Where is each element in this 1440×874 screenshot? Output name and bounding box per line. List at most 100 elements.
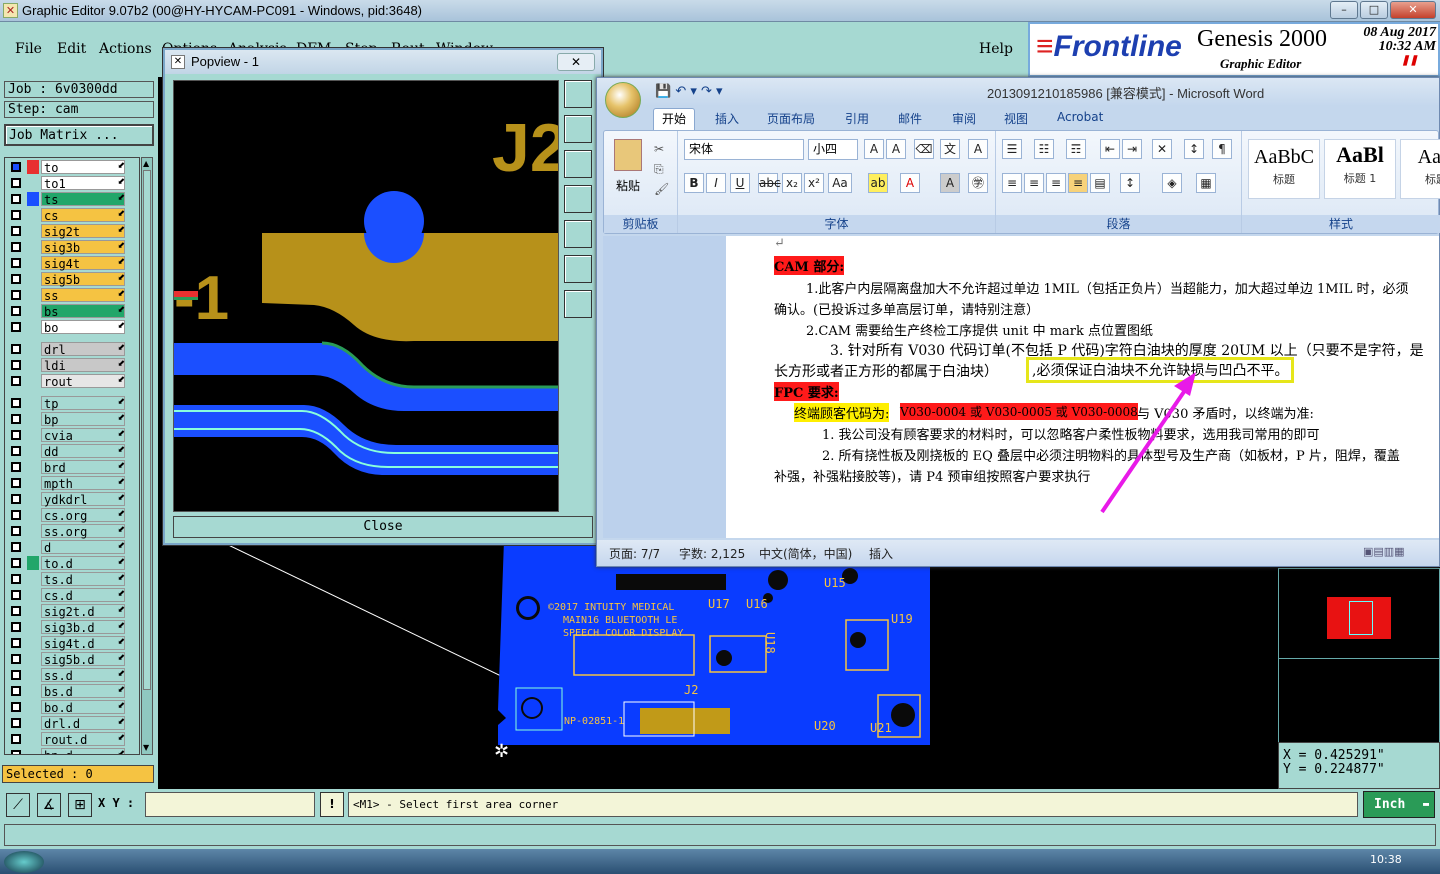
layer-name[interactable]: ts.d xyxy=(41,572,125,587)
layer-row-cs-org[interactable]: cs.org ⬋ xyxy=(7,508,127,523)
alert-icon[interactable]: ! xyxy=(320,792,344,817)
layer-row-sig3b[interactable]: sig3b ⬋ xyxy=(7,240,127,255)
style-normal[interactable]: AaBbC 标题 xyxy=(1248,139,1320,199)
layer-checkbox[interactable] xyxy=(11,446,21,456)
layer-checkbox[interactable] xyxy=(11,322,21,332)
layer-name[interactable]: ydkdrl xyxy=(41,492,125,507)
layer-row-sig5b-d[interactable]: sig5b.d ⬋ xyxy=(7,652,127,667)
layer-row-bo[interactable]: bo ⬋ xyxy=(7,320,127,335)
menu-file[interactable]: File xyxy=(15,41,42,57)
align-right-icon[interactable]: ≡ xyxy=(1046,173,1066,193)
word-window[interactable]: 2013091210185986 [兼容模式] - Microsoft Word… xyxy=(596,77,1440,567)
layer-name[interactable]: drl.d xyxy=(41,716,125,731)
layer-color-swatch[interactable] xyxy=(27,524,39,538)
layer-row-rout[interactable]: rout ⬋ xyxy=(7,374,127,389)
layer-checkbox[interactable] xyxy=(11,558,21,568)
view-mode-icons[interactable]: ▣▤▥▦ xyxy=(1363,545,1405,558)
change-case-icon[interactable]: Aa xyxy=(828,173,852,193)
maximize-button[interactable]: □ xyxy=(1360,1,1388,19)
sort-icon[interactable]: ↕ xyxy=(1184,139,1204,159)
layer-color-swatch[interactable] xyxy=(27,620,39,634)
grow-font-icon[interactable]: A xyxy=(864,139,884,159)
layer-checkbox[interactable] xyxy=(11,194,21,204)
layer-row-sig4t-d[interactable]: sig4t.d ⬋ xyxy=(7,636,127,651)
layer-name[interactable]: sig4t xyxy=(41,256,125,271)
layer-row-ss[interactable]: ss ⬋ xyxy=(7,288,127,303)
graphic-canvas[interactable]: ©2017 INTUITY MEDICAL MAIN16 BLUETOOTH L… xyxy=(158,540,1278,789)
tab-home[interactable]: 开始 xyxy=(653,108,696,130)
layer-color-swatch[interactable] xyxy=(27,412,39,426)
superscript-icon[interactable]: x² xyxy=(804,173,824,193)
layer-checkbox[interactable] xyxy=(11,574,21,584)
layer-row-rout-d[interactable]: rout.d ⬋ xyxy=(7,732,127,747)
layer-name[interactable]: ldi xyxy=(41,358,125,373)
layer-checkbox[interactable] xyxy=(11,654,21,664)
layer-name[interactable]: cvia xyxy=(41,428,125,443)
layer-checkbox[interactable] xyxy=(11,258,21,268)
layer-name[interactable]: sig2t xyxy=(41,224,125,239)
zoom-fit-icon[interactable] xyxy=(564,80,592,108)
popview-close-icon[interactable]: ✕ xyxy=(557,53,595,71)
layer-checkbox[interactable] xyxy=(11,670,21,680)
layer-name[interactable]: bo.d xyxy=(41,700,125,715)
status-language[interactable]: 中文(简体，中国) xyxy=(759,545,852,562)
tab-review[interactable]: 审阅 xyxy=(952,110,976,127)
layer-name[interactable]: ss xyxy=(41,288,125,303)
layer-checkbox[interactable] xyxy=(11,526,21,536)
layer-row-ldi[interactable]: ldi ⬋ xyxy=(7,358,127,373)
decrease-indent-icon[interactable]: ⇤ xyxy=(1100,139,1120,159)
distribute-icon[interactable]: ▤ xyxy=(1090,173,1110,193)
layer-color-swatch[interactable] xyxy=(27,748,39,754)
menu-actions[interactable]: Actions xyxy=(99,41,152,57)
tab-mailings[interactable]: 邮件 xyxy=(898,110,922,127)
layer-list[interactable]: to ⬋ to1 ⬋ ts ⬋ cs ⬋ sig2t ⬋ sig3b ⬋ sig4t ⬋ sig5b ⬋ ss ⬋… xyxy=(4,157,140,755)
layer-color-swatch[interactable] xyxy=(27,240,39,254)
cut-copy-icons[interactable]: ✂ ⎘ 🖌 xyxy=(654,139,669,199)
layer-color-swatch[interactable] xyxy=(27,508,39,522)
layer-row-ss-org[interactable]: ss.org ⬋ xyxy=(7,524,127,539)
align-left-icon[interactable]: ≡ xyxy=(1002,173,1022,193)
font-name-combo[interactable]: 宋体 xyxy=(684,139,804,160)
word-titlebar[interactable]: 2013091210185986 [兼容模式] - Microsoft Word… xyxy=(597,78,1439,106)
status-insert-mode[interactable]: 插入 xyxy=(869,545,893,562)
layer-checkbox[interactable] xyxy=(11,750,21,754)
layer-checkbox[interactable] xyxy=(11,718,21,728)
char-border-icon[interactable]: A xyxy=(968,139,988,159)
increase-indent-icon[interactable]: ⇥ xyxy=(1122,139,1142,159)
borders-icon[interactable]: ▦ xyxy=(1196,173,1216,193)
show-marks-icon[interactable]: ¶ xyxy=(1212,139,1232,159)
layer-name[interactable]: dd xyxy=(41,444,125,459)
scroll-down-icon[interactable]: ▼ xyxy=(143,743,151,753)
layer-row-bo-d[interactable]: bo.d ⬋ xyxy=(7,700,127,715)
layer-row-cs[interactable]: cs ⬋ xyxy=(7,208,127,223)
layer-color-swatch[interactable] xyxy=(27,588,39,602)
style-heading1[interactable]: AaBl 标题 1 xyxy=(1324,139,1396,199)
document-page[interactable]: ↵ CAM 部分: 1.此客户内层隔离盘加大不允许超过单边 1MIL（包括正负片… xyxy=(726,236,1439,538)
layer-color-swatch[interactable] xyxy=(27,304,39,318)
layer-row-bp[interactable]: bp ⬋ xyxy=(7,412,127,427)
layer-row-bp-d[interactable]: bp.d⬋ xyxy=(7,748,127,754)
italic-icon[interactable]: I xyxy=(706,173,726,193)
layer-name[interactable]: to1 xyxy=(41,176,125,191)
layer-name[interactable]: sig5b.d xyxy=(41,652,125,667)
layer-color-swatch[interactable] xyxy=(27,540,39,554)
layer-color-swatch[interactable] xyxy=(27,460,39,474)
font-size-combo[interactable]: 小四 xyxy=(808,139,858,160)
layer-checkbox[interactable] xyxy=(11,494,21,504)
layer-row-cvia[interactable]: cvia ⬋ xyxy=(7,428,127,443)
layer-row-to-d[interactable]: to.d ⬋ xyxy=(7,556,127,571)
layer-checkbox[interactable] xyxy=(11,162,21,172)
layer-name[interactable]: cs.org xyxy=(41,508,125,523)
popview-window[interactable]: ✕ Popview - 1 ✕ J2 -1 Close xyxy=(163,48,603,545)
layer-color-swatch[interactable] xyxy=(27,358,39,372)
layer-row-ts[interactable]: ts ⬋ xyxy=(7,192,127,207)
layer-color-swatch[interactable] xyxy=(27,636,39,650)
layer-row-sig2t-d[interactable]: sig2t.d ⬋ xyxy=(7,604,127,619)
layer-name[interactable]: bs.d xyxy=(41,684,125,699)
layer-color-swatch[interactable] xyxy=(27,176,39,190)
enclose-char-icon[interactable]: ㊫ xyxy=(968,173,988,193)
layer-name[interactable]: ss.d xyxy=(41,668,125,683)
layer-checkbox[interactable] xyxy=(11,360,21,370)
pan-down-icon[interactable] xyxy=(564,150,592,178)
layer-name[interactable]: cs xyxy=(41,208,125,223)
